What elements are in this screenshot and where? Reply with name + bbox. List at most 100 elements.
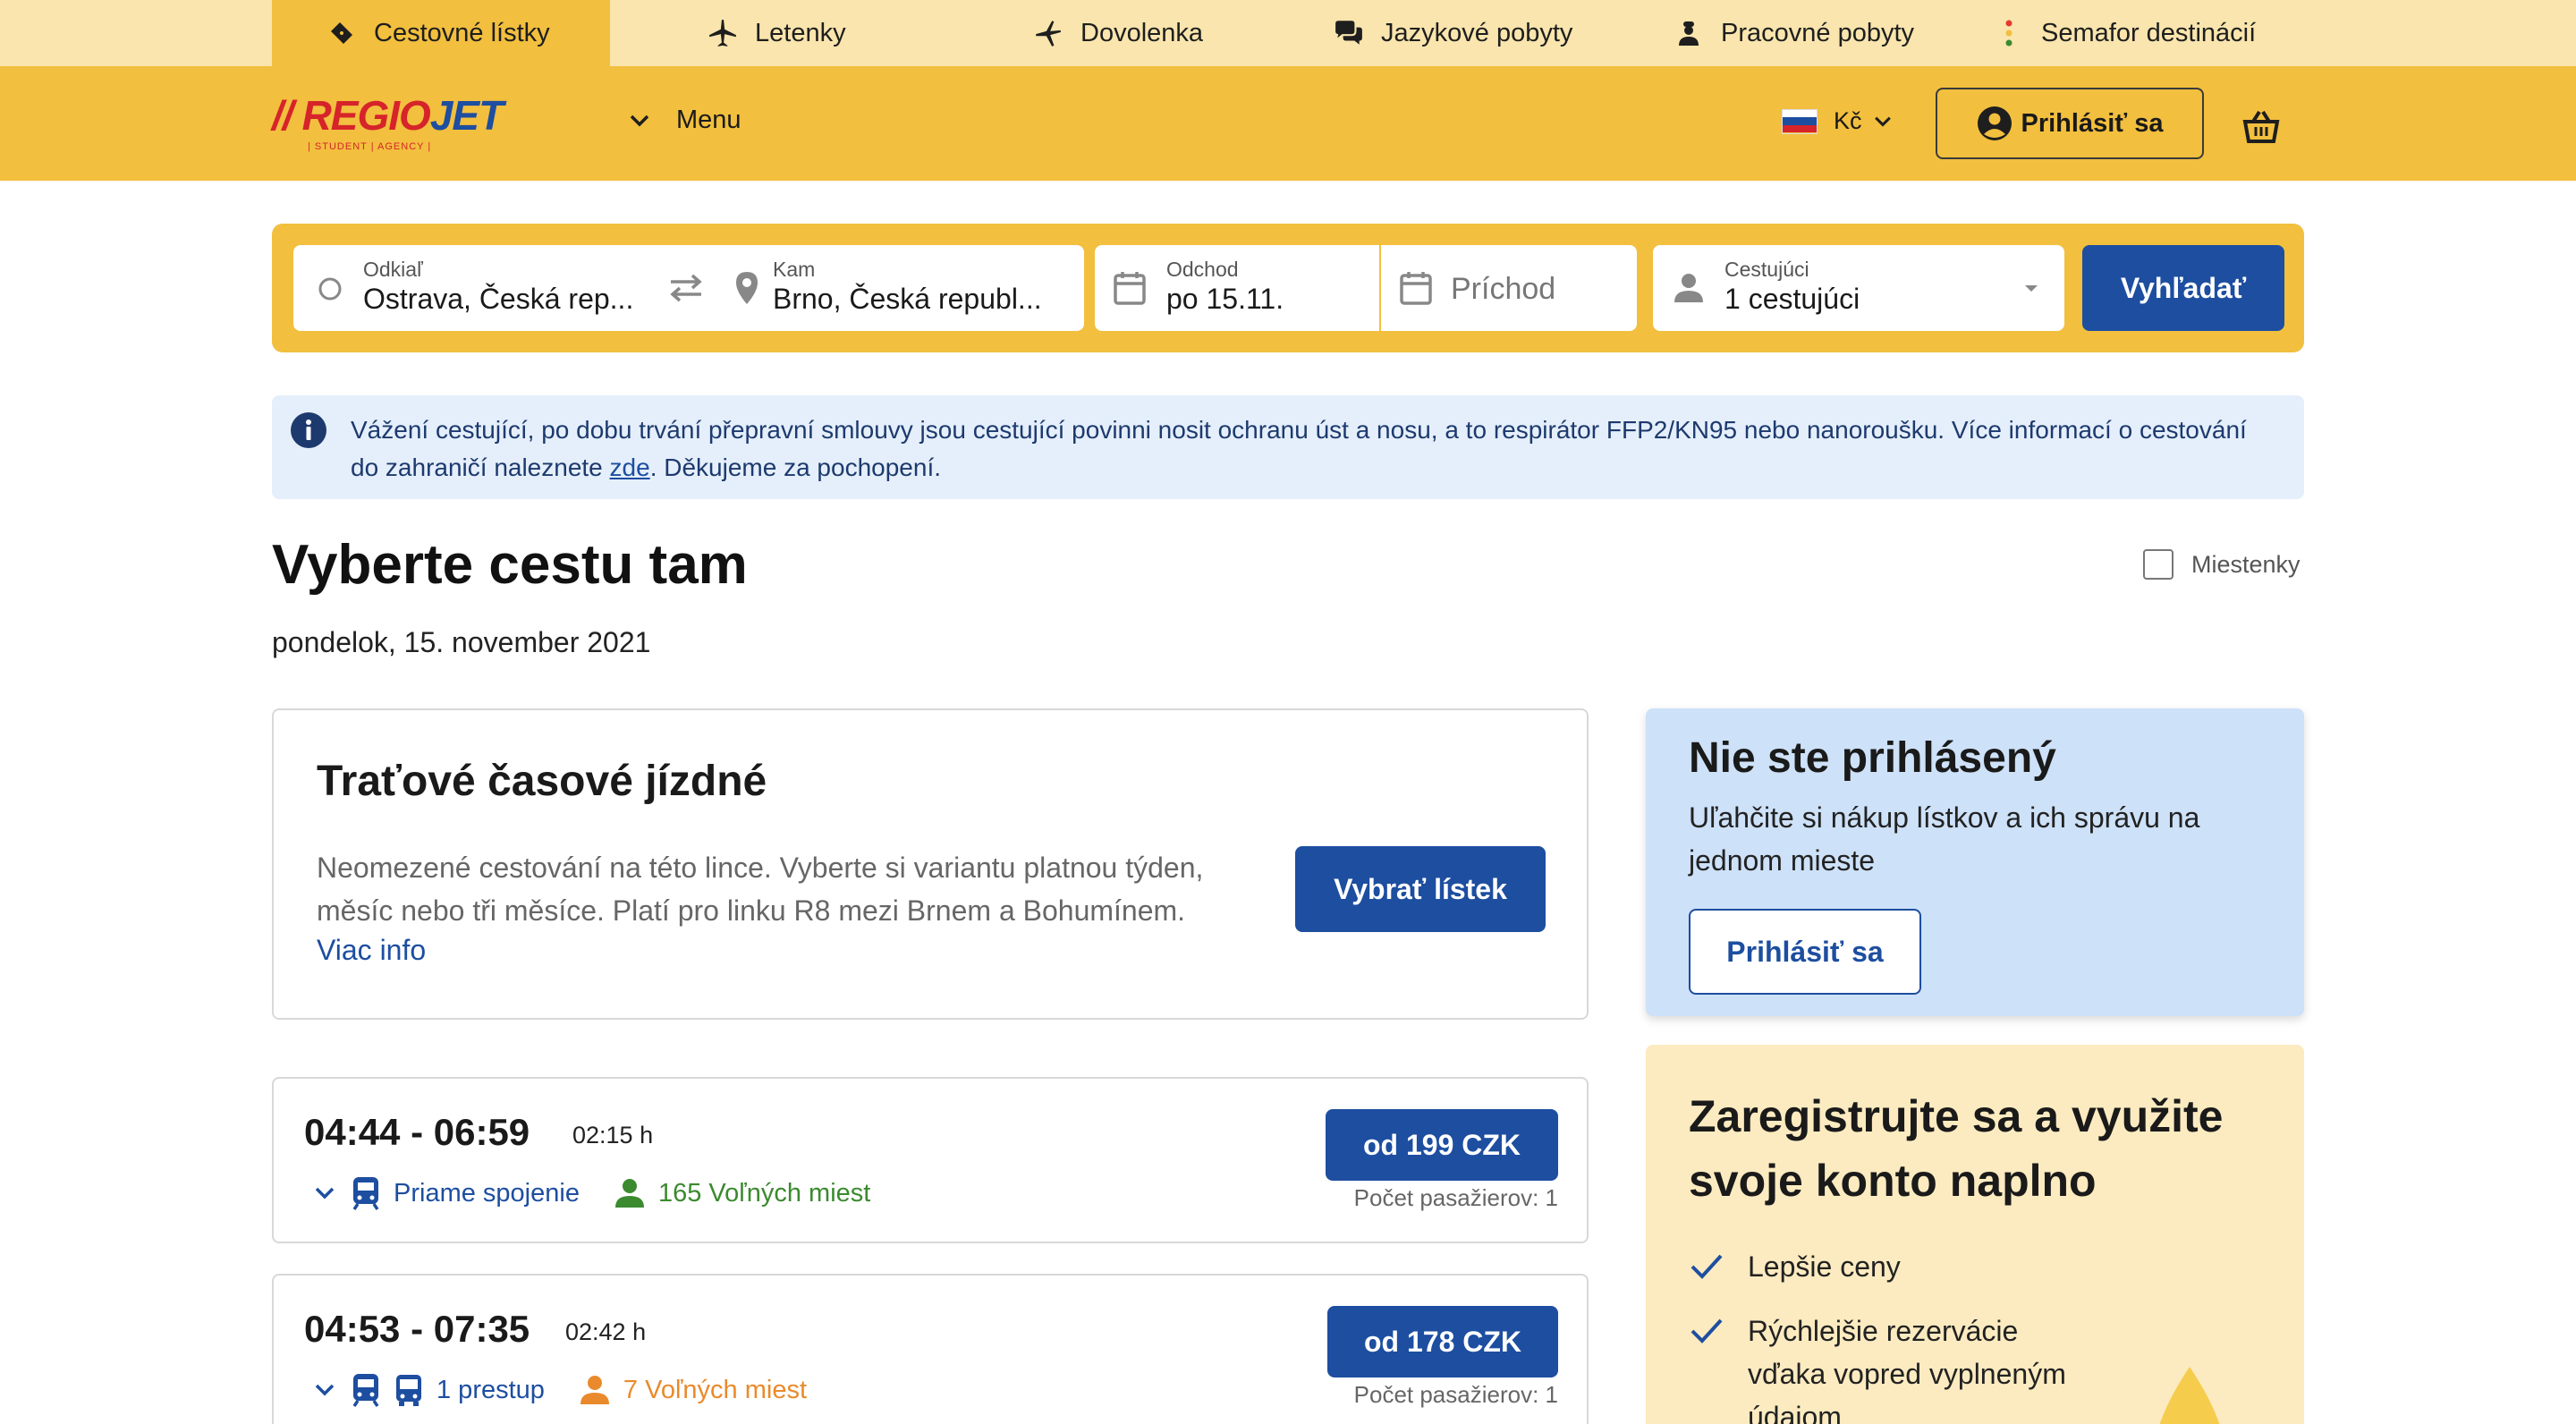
chevron-down-icon[interactable] — [311, 1180, 338, 1207]
user-circle-icon — [1977, 106, 2012, 141]
page-title: Vyberte cestu tam — [272, 534, 748, 596]
person-icon — [579, 1374, 611, 1406]
logo-subtitle: | STUDENT | AGENCY | — [308, 141, 432, 152]
connection-type[interactable]: Priame spojenie — [394, 1179, 580, 1208]
connection-row[interactable]: 04:44 - 06:59 02:15 h Priame spojenie 16… — [272, 1077, 1589, 1243]
connection-duration: 02:42 h — [565, 1318, 647, 1345]
palm-plane-icon — [1032, 17, 1064, 49]
banner-text: Vážení cestující, po dobu trvání přeprav… — [351, 411, 2274, 487]
search-button[interactable]: Vyhľadať — [2082, 245, 2284, 331]
side-login-button[interactable]: Prihlásiť sa — [1689, 909, 1921, 995]
from-label: Odkiaľ — [363, 258, 423, 281]
price-button[interactable]: od 199 CZK — [1326, 1109, 1558, 1181]
travel-date: pondelok, 15. november 2021 — [272, 626, 651, 658]
topnav-tab-label: Letenky — [755, 18, 846, 47]
topnav-tab-language-stays[interactable]: Jazykové pobyty — [1333, 0, 1572, 66]
login-promo-description: Uľahčite si nákup lístkov a ich správu n… — [1689, 801, 2200, 877]
header-login-button[interactable]: Prihlásiť sa — [1936, 88, 2204, 159]
checkbox-box[interactable] — [2143, 549, 2174, 580]
select-ticket-button[interactable]: Vybrať lístek — [1295, 846, 1546, 932]
connection-type[interactable]: 1 prestup — [436, 1376, 545, 1405]
regiojet-logo[interactable]: //REGIOJET | STUDENT | AGENCY | — [272, 91, 504, 152]
topnav-tab-vacation[interactable]: Dovolenka — [1032, 0, 1203, 66]
traffic-light-icon — [1993, 17, 2025, 49]
topnav-tab-label: Pracovné pobyty — [1721, 18, 1915, 47]
ticket-icon — [326, 17, 358, 49]
chat-bubbles-icon — [1333, 17, 1365, 49]
passenger-count: Počet pasažierov: 1 — [1353, 1184, 1558, 1211]
topnav-tab-destination-semaphore[interactable]: Semafor destinácií — [1993, 0, 2256, 66]
topnav-tab-label: Jazykové pobyty — [1381, 18, 1573, 47]
connection-duration: 02:15 h — [572, 1122, 654, 1149]
login-promo-title: Nie ste prihlásený — [1689, 734, 2056, 782]
language-currency-selector[interactable]: Kč — [1782, 107, 1894, 135]
connection-times: 04:44 - 06:59 — [304, 1111, 530, 1153]
benefit-item: Lepšie ceny — [1689, 1245, 1901, 1288]
passengers-value: 1 cestujúci — [1724, 283, 1860, 315]
banner-link[interactable]: zde — [610, 453, 650, 481]
topnav-tab-label: Dovolenka — [1080, 18, 1204, 47]
more-info-link[interactable]: Viac info — [317, 934, 426, 967]
calendar-icon — [1113, 270, 1147, 310]
login-label: Prihlásiť sa — [2021, 108, 2164, 138]
to-field[interactable]: Kam Brno, Česká republ... — [721, 245, 1084, 331]
free-seats: 165 Voľných miest — [657, 1178, 871, 1208]
logo-text-main: REGIO — [301, 92, 431, 139]
topnav-tab-flights[interactable]: Letenky — [707, 0, 846, 66]
pass-title: Traťové časové jízdné — [317, 758, 767, 805]
swap-arrows-icon[interactable] — [667, 272, 705, 309]
return-date-field[interactable]: Príchod — [1381, 245, 1637, 331]
worker-icon — [1673, 17, 1705, 49]
from-value: Ostrava, Česká rep... — [363, 283, 634, 315]
info-icon — [290, 411, 327, 449]
decorative-drop-illustration — [2145, 1367, 2234, 1424]
connection-times: 04:53 - 07:35 — [304, 1308, 530, 1350]
topnav-tab-label: Semafor destinácií — [2041, 18, 2257, 47]
topnav-tab-tickets[interactable]: Cestovné lístky — [272, 0, 610, 66]
chevron-down-icon[interactable] — [311, 1377, 338, 1403]
passengers-label: Cestujúci — [1724, 258, 1809, 281]
bus-icon — [394, 1372, 424, 1408]
departure-value: po 15.11. — [1166, 283, 1284, 315]
connection-details: 1 prestup 7 Voľných miest — [311, 1372, 807, 1408]
covid-info-banner: Vážení cestující, po dobu trvání přeprav… — [272, 395, 2304, 499]
seat-reservation-checkbox[interactable]: Miestenky — [2143, 549, 2301, 580]
search-form: Odkiaľ Ostrava, Česká rep... Kam Brno, Č… — [272, 224, 2304, 352]
airplane-icon — [707, 17, 739, 49]
pass-description: Neomezené cestování na této lince. Vyber… — [317, 852, 1204, 927]
return-placeholder: Príchod — [1451, 272, 1556, 306]
person-icon — [1673, 272, 1705, 309]
checkbox-label: Miestenky — [2191, 550, 2301, 578]
location-pin-icon — [733, 270, 760, 310]
register-promo-card: Zaregistrujte sa a využite svoje konto n… — [1646, 1045, 2304, 1424]
logo-text-accent: JET — [429, 92, 504, 139]
departure-label: Odchod — [1166, 258, 1239, 281]
free-seats: 7 Voľných miest — [623, 1375, 808, 1404]
passengers-field[interactable]: Cestujúci 1 cestujúci — [1653, 245, 2064, 331]
register-promo-title: Zaregistrujte sa a využite svoje konto n… — [1689, 1091, 2224, 1206]
banner-text-end: . Děkujeme za pochopení. — [649, 453, 941, 481]
benefit-text: Rýchlejšie rezervácie vďaka vopred vypln… — [1748, 1315, 2066, 1424]
from-field[interactable]: Odkiaľ Ostrava, Česká rep... — [293, 245, 721, 331]
train-icon — [351, 1372, 381, 1408]
menu-button[interactable]: Menu — [626, 106, 741, 135]
passenger-count: Počet pasažierov: 1 — [1353, 1381, 1558, 1408]
train-icon — [351, 1175, 381, 1211]
top-category-nav: Cestovné lístky Letenky Dovolenka Jazyko… — [0, 0, 2576, 66]
person-icon — [614, 1177, 646, 1209]
site-header: //REGIOJET | STUDENT | AGENCY | Menu Kč … — [0, 66, 2576, 181]
route-pass-card: Traťové časové jízdné Neomezené cestován… — [272, 708, 1589, 1020]
currency-label: Kč — [1834, 107, 1862, 134]
checkmark-icon — [1689, 1313, 1724, 1349]
topnav-tab-work-stays[interactable]: Pracovné pobyty — [1673, 0, 1914, 66]
benefit-item: Rýchlejšie rezervácie vďaka vopred vypln… — [1689, 1310, 2100, 1424]
calendar-icon — [1399, 270, 1433, 310]
to-label: Kam — [773, 258, 816, 281]
basket-icon[interactable] — [2241, 109, 2281, 145]
chevron-down-icon — [1871, 110, 1894, 133]
price-button[interactable]: od 178 CZK — [1327, 1306, 1558, 1377]
departure-date-field[interactable]: Odchod po 15.11. — [1095, 245, 1379, 331]
chevron-down-icon — [626, 107, 653, 134]
connection-row[interactable]: 04:53 - 07:35 02:42 h 1 prestup 7 Voľnýc… — [272, 1274, 1589, 1424]
origin-circle-icon — [317, 275, 343, 307]
